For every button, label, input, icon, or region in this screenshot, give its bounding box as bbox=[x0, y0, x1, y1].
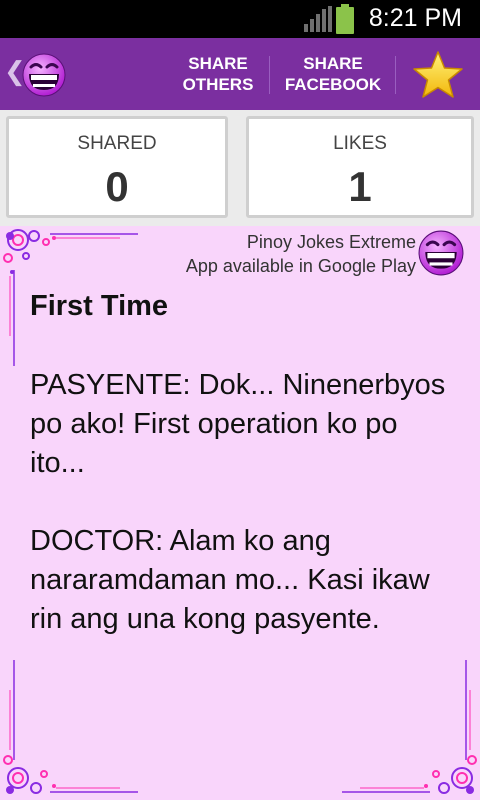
action-bar: ❮ SHARE OTHERS SHARE FACEBOOK bbox=[0, 38, 480, 110]
joke-body: PASYENTE: Dok... Ninenerbyos po ako! Fir… bbox=[30, 366, 460, 678]
joke-paragraph: PASYENTE: Dok... Ninenerbyos po ako! Fir… bbox=[30, 369, 446, 479]
share-others-button[interactable]: SHARE OTHERS bbox=[176, 48, 260, 100]
laughing-smiley-icon[interactable] bbox=[418, 230, 464, 276]
likes-count: 1 bbox=[348, 163, 372, 210]
laughing-smiley-icon[interactable] bbox=[22, 53, 66, 97]
battery-icon bbox=[336, 4, 354, 34]
divider bbox=[269, 56, 270, 94]
shared-label: SHARED bbox=[77, 133, 157, 154]
divider bbox=[395, 56, 396, 94]
joke-paragraph: DOCTOR: Alam ko ang nararamdaman mo... K… bbox=[30, 525, 430, 635]
shared-card: SHARED 0 bbox=[6, 116, 228, 218]
likes-card: LIKES 1 bbox=[246, 116, 474, 218]
status-bar: 8:21 PM bbox=[0, 0, 480, 38]
clock: 8:21 PM bbox=[368, 4, 462, 32]
share-facebook-button[interactable]: SHARE FACEBOOK bbox=[280, 48, 386, 100]
joke-title: First Time bbox=[30, 290, 169, 322]
shared-count: 0 bbox=[105, 163, 129, 210]
corner-decoration bbox=[342, 660, 477, 794]
stats-panel: SHARED 0 LIKES 1 bbox=[0, 110, 480, 226]
corner-decoration bbox=[3, 660, 138, 794]
star-icon[interactable] bbox=[412, 50, 464, 100]
joke-content: Pinoy Jokes Extreme App available in Goo… bbox=[0, 226, 480, 800]
promo-text: Pinoy Jokes Extreme App available in Goo… bbox=[185, 232, 416, 276]
likes-label: LIKES bbox=[333, 133, 387, 154]
signal-icon bbox=[304, 6, 332, 32]
